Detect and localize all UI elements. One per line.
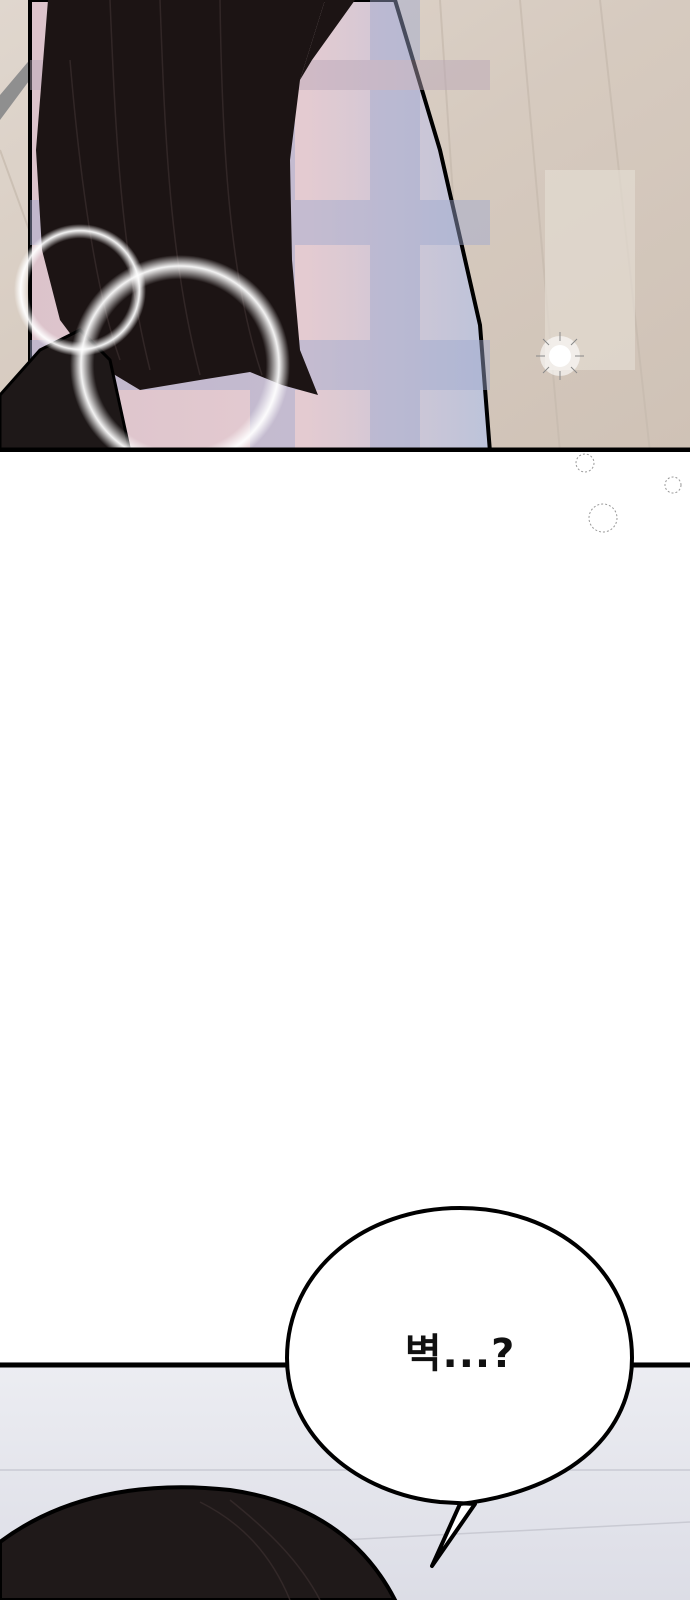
speech-bubble: [285, 1206, 634, 1568]
speech-bubble-text: 벽...?: [404, 1331, 516, 1377]
top-panel: [0, 0, 690, 452]
speech-bubble-shape: [285, 1206, 634, 1568]
sparkle-small-1: [575, 453, 595, 473]
top-panel-art: [0, 0, 690, 452]
floor-light: [545, 170, 635, 370]
sparkle-medium: [588, 503, 618, 533]
sparkle-small-2: [664, 476, 682, 494]
webtoon-page: 벽...?: [0, 0, 690, 1600]
